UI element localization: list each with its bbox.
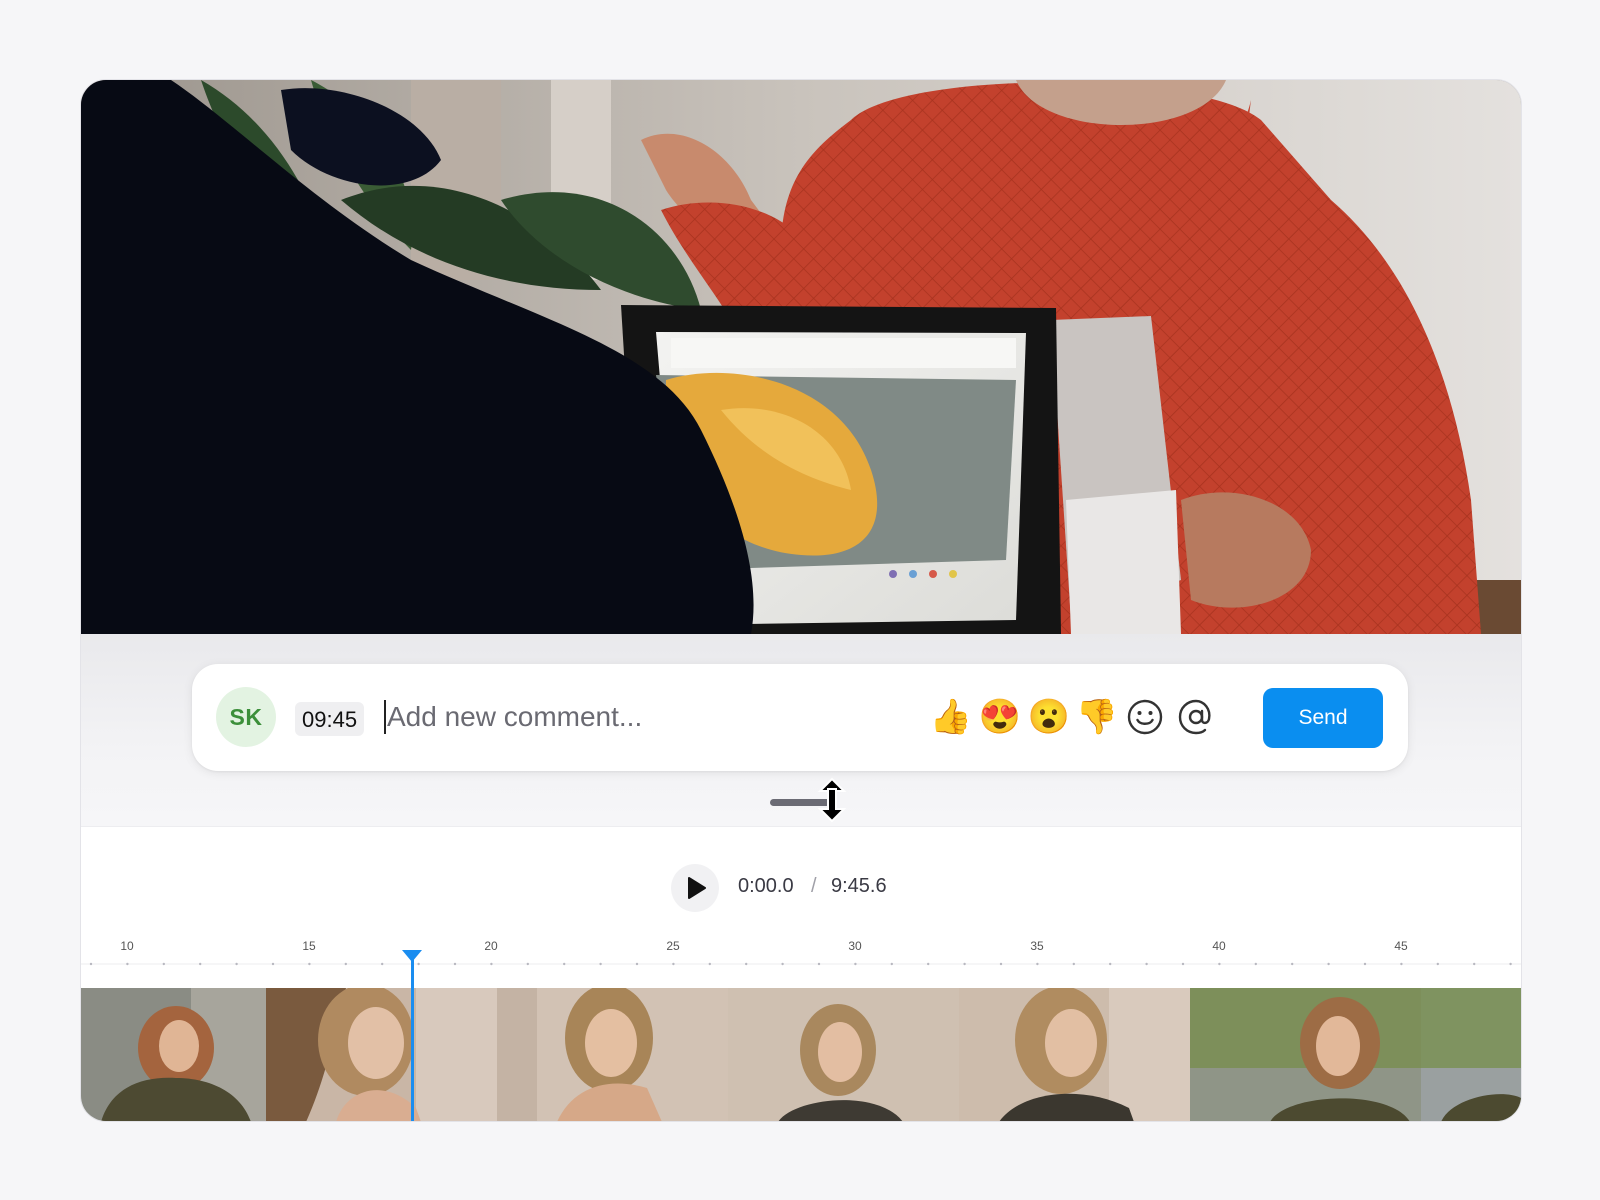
time-separator: / [811,875,817,897]
filmstrip-frame [266,988,497,1121]
total-time: 9:45.6 [831,875,887,897]
timestamp-chip[interactable]: 09:45 [295,702,365,736]
playhead[interactable] [411,955,414,1121]
ruler-tick [1145,962,1148,966]
resize-handle[interactable] [770,777,858,823]
play-icon [688,877,706,899]
ruler-tick [344,962,347,966]
ruler-tick [1218,962,1221,966]
ruler-tick [162,962,165,966]
ruler-tick [453,962,457,966]
ruler-tick [1436,962,1440,966]
timeline-zone: 0:00.0 / 9:45.6 10 15 20 25 30 35 40 45 [81,826,1521,1121]
ruler-tick [1327,962,1330,966]
ruler-tick [126,962,129,966]
ruler-tick [1291,962,1294,966]
ruler-ticks [81,962,1521,966]
filmstrip[interactable] [81,988,1521,1121]
tick-label: 40 [1212,939,1226,953]
ruler-tick [1109,962,1112,966]
send-button[interactable]: Send [1263,688,1383,748]
reaction-surprised-button[interactable]: 😮 [1027,695,1071,739]
comment-bar: SK 09:45 👍 😍 😮 👎 [192,664,1408,771]
comment-input[interactable] [387,694,907,740]
smiley-icon[interactable] [1125,697,1165,737]
filmstrip-frame [81,988,266,1121]
tick-label: 35 [1030,939,1044,953]
filmstrip-frame [959,988,1190,1121]
ruler-tick [1400,962,1403,966]
ruler-tick [235,962,238,966]
ruler-tick [781,962,784,966]
ruler-tick [999,962,1003,966]
at-icon[interactable] [1176,697,1216,737]
ruler-tick [854,962,857,966]
video-frame-image [81,80,1521,634]
text-caret [384,700,386,734]
filmstrip-frame [1421,988,1521,1121]
ruler-tick [1181,962,1185,966]
reaction-thumbs-down-button[interactable]: 👎 [1075,695,1119,739]
tick-label: 10 [120,939,134,953]
ruler-tick [1509,962,1512,966]
filmstrip-frame [728,988,959,1121]
ruler-tick [672,962,675,966]
ruler-tick [381,962,384,966]
ruler-tick [927,962,930,966]
ruler-tick [963,962,966,966]
ruler-tick [708,962,711,966]
ruler-tick [563,962,566,966]
filmstrip-frame [497,988,728,1121]
ruler-tick [490,962,493,966]
tick-label: 45 [1394,939,1408,953]
ruler-tick [271,962,275,966]
ruler-tick [890,962,893,966]
tick-label: 15 [302,939,316,953]
ruler-tick [1036,962,1039,966]
tick-label: 30 [848,939,862,953]
ruler-tick [745,962,748,966]
filmstrip-frame [1190,988,1421,1121]
ruler-tick [1473,962,1476,966]
ruler-tick [599,962,602,966]
ruler-tick [308,962,311,966]
timeline-ruler[interactable]: 10 15 20 25 30 35 40 45 [81,939,1521,989]
ruler-tick [89,962,93,966]
current-time: 0:00.0 [738,875,794,897]
playhead-knob[interactable] [402,950,422,962]
reaction-heart-eyes-button[interactable]: 😍 [978,695,1022,739]
tick-label: 25 [666,939,680,953]
video-review-card: SK 09:45 👍 😍 😮 👎 [80,79,1522,1122]
play-button[interactable] [671,864,719,912]
ruler-tick [817,962,821,966]
ruler-tick [199,962,202,966]
ruler-tick [1363,962,1367,966]
avatar[interactable]: SK [216,687,276,747]
ruler-tick [1072,962,1075,966]
video-preview[interactable] [81,80,1521,634]
reaction-thumbs-up-button[interactable]: 👍 [929,695,973,739]
ruler-tick [417,962,420,966]
ruler-tick [635,962,639,966]
ruler-tick [1254,962,1258,966]
comment-zone: SK 09:45 👍 😍 😮 👎 [81,634,1521,826]
tick-label: 20 [484,939,498,953]
ruler-tick [526,962,529,966]
